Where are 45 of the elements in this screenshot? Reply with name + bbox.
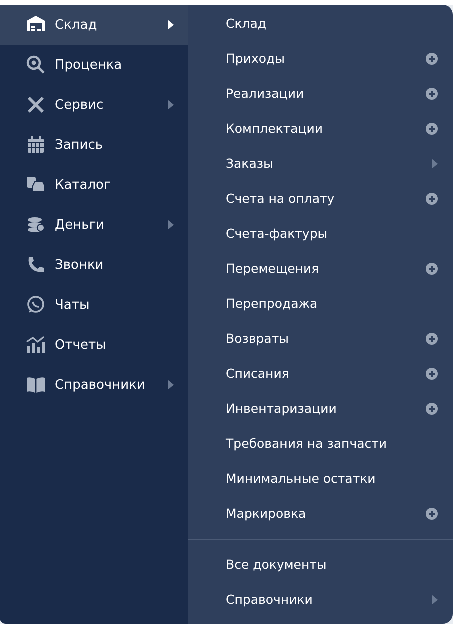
menu-item[interactable]: Возвраты (226, 331, 426, 346)
add-icon[interactable] (426, 508, 438, 520)
menu-item[interactable]: Перемещения (226, 261, 426, 276)
chart-icon (26, 335, 46, 355)
menu-item[interactable]: Требования на запчасти (226, 436, 438, 451)
menu-item[interactable]: Перепродажа (226, 296, 438, 311)
caret-icon (432, 594, 438, 604)
sidebar-item[interactable]: Отчеты (0, 325, 188, 365)
menu-item[interactable]: Реализации (226, 86, 426, 101)
add-icon[interactable] (426, 192, 438, 204)
sidebar-item[interactable]: Проценка (0, 45, 188, 85)
add-icon[interactable] (426, 402, 438, 414)
menu-item[interactable]: Приходы (226, 51, 426, 66)
add-icon[interactable] (426, 332, 438, 344)
add-icon[interactable] (426, 368, 438, 380)
phone-icon (26, 255, 46, 275)
calendar-icon (26, 135, 46, 155)
sidebar-item[interactable]: Каталог (0, 165, 188, 205)
add-icon[interactable] (426, 52, 438, 64)
book-icon (26, 375, 46, 395)
menu-item[interactable]: Заказы (226, 156, 432, 171)
sidebar-item[interactable]: Склад (0, 5, 188, 45)
caret-icon (432, 158, 438, 168)
sidebar-item[interactable]: Запись (0, 125, 188, 165)
menu-item[interactable]: Списания (226, 366, 426, 381)
menu-item[interactable]: Склад (226, 16, 438, 31)
coins-icon (26, 215, 46, 235)
sidebar-item[interactable]: Звонки (0, 245, 188, 285)
menu-item[interactable]: Все документы (226, 557, 438, 572)
search-icon (26, 55, 46, 75)
menu-item[interactable]: Инвентаризации (226, 401, 426, 416)
chat-icon (26, 295, 46, 315)
menu-item[interactable]: Счета-фактуры (226, 226, 438, 241)
menu-item[interactable]: Счета на оплату (226, 191, 426, 206)
sidebar-item[interactable]: Чаты (0, 285, 188, 325)
sidebar-item[interactable]: Справочники (0, 365, 188, 405)
menu-item[interactable]: Маркировка (226, 506, 426, 521)
add-icon[interactable] (426, 122, 438, 134)
sidebar-item[interactable]: Сервис (0, 85, 188, 125)
add-icon[interactable] (426, 262, 438, 274)
sidebar-item[interactable]: Деньги (0, 205, 188, 245)
add-icon[interactable] (426, 88, 438, 100)
menu-item[interactable]: Справочники (226, 592, 432, 607)
menu-item[interactable]: Комплектации (226, 121, 426, 136)
menu-item[interactable]: Минимальные остатки (226, 471, 438, 486)
